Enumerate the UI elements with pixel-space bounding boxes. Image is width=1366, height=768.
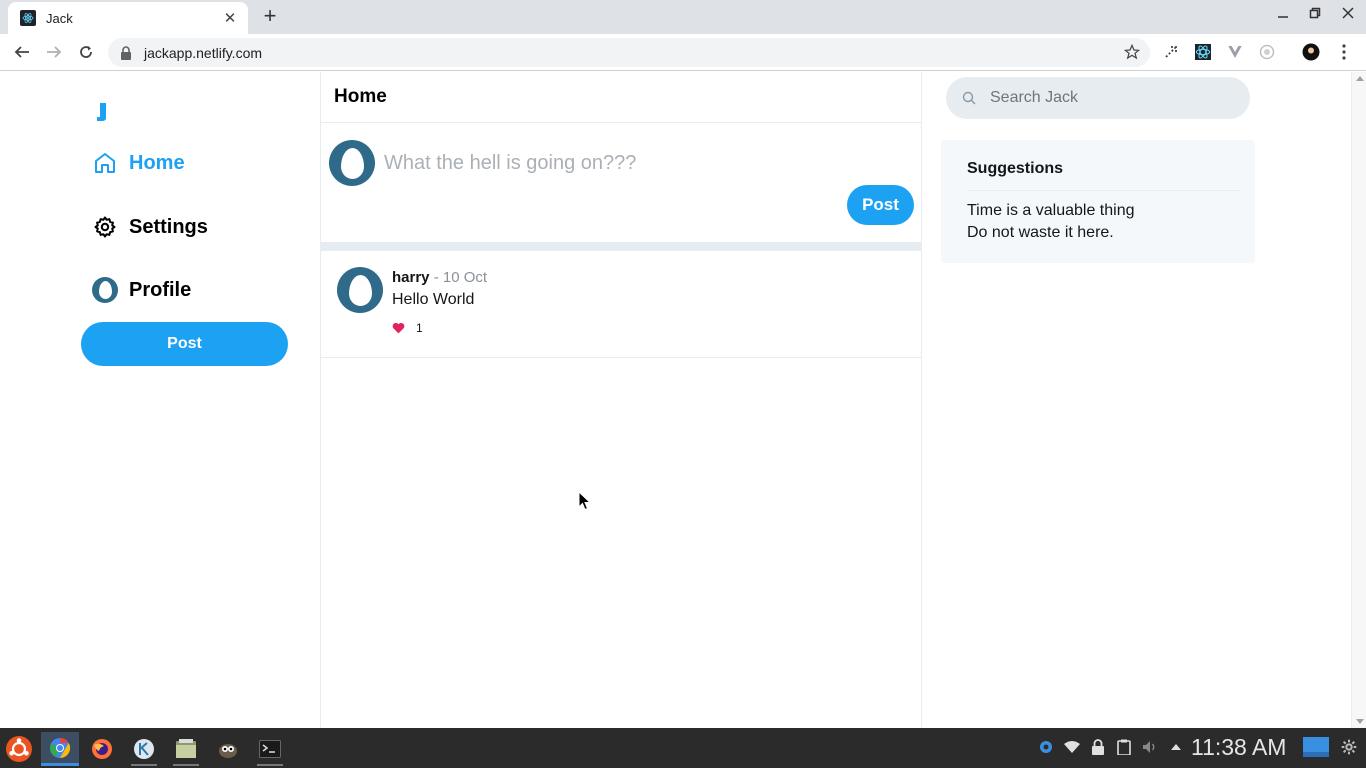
settings-gear-tray-icon[interactable] bbox=[1340, 738, 1358, 756]
extension-arrows-icon[interactable] bbox=[1161, 42, 1181, 62]
ubuntu-menu-icon[interactable] bbox=[0, 732, 38, 766]
address-bar[interactable]: jackapp.netlify.com bbox=[108, 38, 1150, 67]
web-page: Home Settings Profile Post Home Post bbox=[0, 72, 1351, 728]
tweet-avatar[interactable] bbox=[337, 267, 383, 313]
close-tab-icon[interactable]: ✕ bbox=[222, 9, 238, 27]
page-scrollbar[interactable] bbox=[1351, 72, 1366, 728]
browser-toolbar: jackapp.netlify.com bbox=[0, 34, 1366, 71]
right-sidebar: Suggestions Time is a valuable thing Do … bbox=[922, 72, 1351, 728]
close-window-icon[interactable] bbox=[1338, 6, 1358, 22]
react-devtools-icon[interactable] bbox=[1193, 42, 1213, 62]
composer-avatar bbox=[329, 140, 375, 186]
url-text: jackapp.netlify.com bbox=[144, 44, 263, 61]
lock-tray-icon[interactable] bbox=[1089, 738, 1107, 756]
react-favicon-icon bbox=[20, 10, 36, 26]
taskbar-firefox-icon[interactable] bbox=[83, 732, 121, 766]
nav-item-profile[interactable]: Profile bbox=[92, 277, 191, 303]
page-title: Home bbox=[334, 86, 387, 107]
main-header: Home bbox=[321, 72, 921, 123]
tweet-header: harry - 10 Oct bbox=[392, 269, 487, 286]
tweet-composer: Post bbox=[321, 123, 921, 242]
main-feed-column: Home Post harry - 10 Oct Hello World bbox=[320, 72, 922, 728]
taskbar-kde-icon[interactable] bbox=[125, 732, 163, 766]
taskbar-files-icon[interactable] bbox=[167, 732, 205, 766]
scroll-up-arrow-icon[interactable] bbox=[1356, 76, 1364, 81]
new-tab-icon[interactable]: + bbox=[258, 4, 282, 28]
volume-icon[interactable] bbox=[1141, 738, 1159, 756]
forward-arrow-icon[interactable] bbox=[42, 40, 66, 64]
search-icon bbox=[962, 91, 976, 105]
reload-icon[interactable] bbox=[74, 40, 98, 64]
user-profile-icon[interactable] bbox=[1301, 42, 1321, 62]
search-box[interactable] bbox=[946, 77, 1250, 119]
app-logo-icon[interactable] bbox=[94, 102, 108, 122]
suggestions-panel: Suggestions Time is a valuable thing Do … bbox=[941, 140, 1255, 263]
nav-label-settings: Settings bbox=[129, 215, 208, 238]
taskbar-terminal-icon[interactable] bbox=[251, 732, 289, 766]
taskbar-chrome-icon[interactable] bbox=[41, 732, 79, 766]
composer-input[interactable] bbox=[384, 147, 904, 179]
feed-divider bbox=[321, 242, 921, 251]
tab-title: Jack bbox=[46, 10, 73, 26]
nav-label-profile: Profile bbox=[129, 278, 192, 301]
browser-tabbar: Jack ✕ + bbox=[0, 0, 1366, 34]
gear-icon bbox=[92, 214, 118, 240]
bookmark-star-icon[interactable] bbox=[1123, 43, 1141, 65]
minimize-icon[interactable] bbox=[1273, 6, 1293, 22]
suggestions-divider bbox=[967, 190, 1241, 191]
wifi-icon[interactable] bbox=[1063, 738, 1081, 756]
egg-icon bbox=[340, 147, 364, 179]
clipboard-icon[interactable] bbox=[1115, 738, 1133, 756]
left-sidebar: Home Settings Profile Post bbox=[0, 72, 320, 728]
mouse-cursor-icon bbox=[578, 490, 592, 511]
tray-expand-arrow-icon[interactable] bbox=[1167, 738, 1185, 756]
bluetooth-gear-tray-icon[interactable] bbox=[1037, 738, 1055, 756]
os-taskbar: 11:38 AM bbox=[0, 728, 1366, 768]
vue-devtools-icon[interactable] bbox=[1225, 42, 1245, 62]
scroll-down-arrow-icon[interactable] bbox=[1356, 719, 1364, 724]
browser-tab[interactable]: Jack ✕ bbox=[8, 2, 248, 34]
feed-item[interactable]: harry - 10 Oct Hello World 1 bbox=[321, 251, 921, 358]
nav-label-home: Home bbox=[129, 151, 185, 174]
nav-item-home[interactable]: Home bbox=[92, 150, 185, 176]
composer-post-button[interactable]: Post bbox=[847, 185, 914, 225]
back-arrow-icon[interactable] bbox=[10, 40, 34, 64]
suggestions-title: Suggestions bbox=[967, 160, 1064, 177]
kebab-menu-icon[interactable] bbox=[1334, 42, 1354, 62]
search-input[interactable] bbox=[990, 89, 1230, 107]
heart-icon[interactable] bbox=[392, 321, 406, 335]
clock[interactable]: 11:38 AM bbox=[1191, 734, 1286, 761]
lock-icon bbox=[120, 45, 134, 60]
tweet-username[interactable]: harry bbox=[392, 269, 430, 286]
taskbar-gimp-icon[interactable] bbox=[209, 732, 247, 766]
profile-avatar-icon bbox=[92, 277, 118, 303]
tweet-actions: 1 bbox=[392, 321, 423, 335]
like-count: 1 bbox=[416, 321, 423, 335]
suggestion-line: Do not waste it here. bbox=[967, 224, 1114, 241]
home-icon bbox=[92, 150, 118, 176]
show-desktop-icon[interactable] bbox=[1303, 736, 1329, 758]
tweet-date: - 10 Oct bbox=[433, 269, 488, 286]
egg-icon bbox=[348, 274, 372, 306]
sidebar-post-button[interactable]: Post bbox=[81, 322, 288, 366]
nav-item-settings[interactable]: Settings bbox=[92, 214, 208, 240]
suggestion-line: Time is a valuable thing bbox=[967, 202, 1135, 219]
restore-icon[interactable] bbox=[1305, 6, 1325, 22]
extension-circle-icon[interactable] bbox=[1257, 42, 1277, 62]
tweet-text: Hello World bbox=[392, 291, 475, 308]
